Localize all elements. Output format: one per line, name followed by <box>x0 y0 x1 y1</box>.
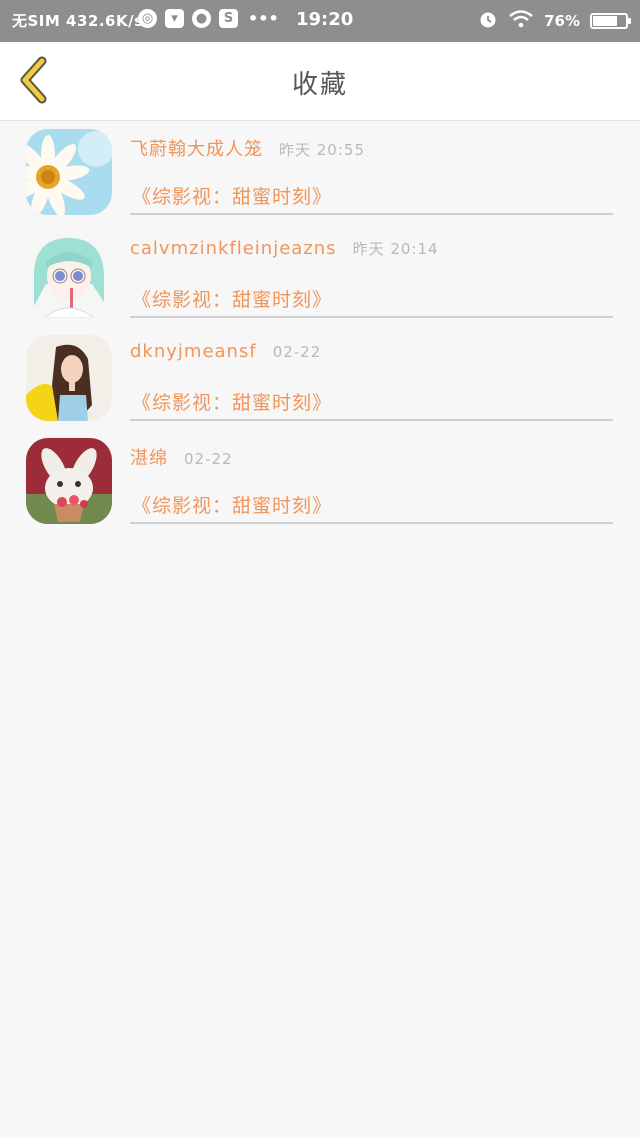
username[interactable]: calvmzinkfleinjeazns <box>130 238 337 259</box>
list-item[interactable]: dknyjmeansf 02-22 《综影视：甜蜜时刻》 <box>0 327 640 430</box>
browser-icon: ◎ <box>138 9 157 28</box>
daisy-avatar[interactable] <box>26 129 112 215</box>
list-item[interactable]: calvmzinkfleinjeazns 昨天 20:14 《综影视：甜蜜时刻》 <box>0 224 640 327</box>
header: 收藏 <box>0 42 640 121</box>
divider <box>130 316 613 318</box>
bunny-avatar[interactable] <box>26 438 112 524</box>
clock: 19:20 <box>296 9 354 30</box>
username[interactable]: 湛绵 <box>130 444 168 470</box>
list-item[interactable]: 湛绵 02-22 《综影视：甜蜜时刻》 <box>0 430 640 533</box>
divider <box>130 419 613 421</box>
woman-photo-avatar[interactable] <box>26 335 112 421</box>
anime-girl-avatar[interactable] <box>26 232 112 318</box>
s-app-icon: S <box>219 9 238 28</box>
divider <box>130 522 613 524</box>
battery-percent: 76% <box>544 12 580 30</box>
battery-icon <box>590 13 631 29</box>
book-title[interactable]: 《综影视：甜蜜时刻》 <box>132 182 332 209</box>
message-icon: ▾ <box>165 9 184 28</box>
book-title[interactable]: 《综影视：甜蜜时刻》 <box>132 285 332 312</box>
favorites-list: 飞蔚翰大成人笼 昨天 20:55 《综影视：甜蜜时刻》 calvmzinkfle… <box>0 121 640 533</box>
status-bar: 无SIM 432.6K/s ◎ ▾ ● S ••• 19:20 76% <box>0 0 640 42</box>
notification-icons: ◎ ▾ ● S ••• <box>138 9 279 28</box>
battery-fill <box>593 16 617 26</box>
timestamp: 02-22 <box>184 450 233 468</box>
timestamp: 昨天 20:55 <box>279 141 365 159</box>
wifi-icon <box>508 9 534 33</box>
divider <box>130 213 613 215</box>
page-title: 收藏 <box>291 70 348 100</box>
timestamp: 昨天 20:14 <box>352 240 439 258</box>
username[interactable]: 飞蔚翰大成人笼 <box>130 135 263 161</box>
book-title[interactable]: 《综影视：甜蜜时刻》 <box>132 388 332 415</box>
network-status: 无SIM 432.6K/s <box>12 12 144 30</box>
username[interactable]: dknyjmeansf <box>130 341 257 362</box>
more-notifications-icon: ••• <box>248 9 279 28</box>
book-title[interactable]: 《综影视：甜蜜时刻》 <box>132 491 332 518</box>
timestamp: 02-22 <box>272 343 322 361</box>
qq-icon: ● <box>192 9 211 28</box>
alarm-icon <box>478 9 498 33</box>
list-item[interactable]: 飞蔚翰大成人笼 昨天 20:55 《综影视：甜蜜时刻》 <box>0 121 640 224</box>
